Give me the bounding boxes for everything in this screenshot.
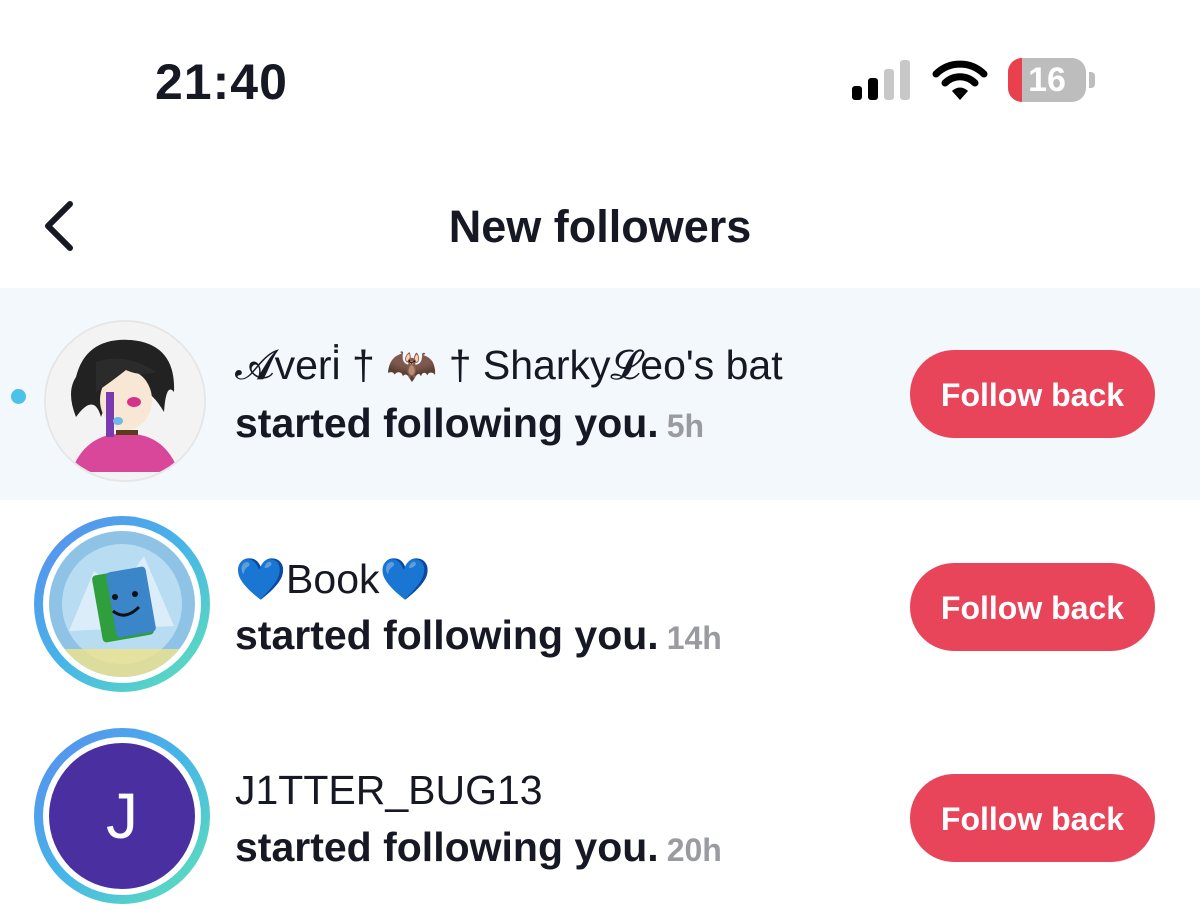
battery-tip [1089,72,1095,88]
wifi-icon [932,60,988,100]
timestamp: 5h [666,408,705,444]
avatar[interactable]: J [34,728,210,904]
activity-label: started following you. [235,400,659,446]
activity-label: started following you. [235,824,659,870]
follow-back-button[interactable]: Follow back [910,350,1155,438]
follower-name[interactable]: J1TTER_BUG13 [235,765,543,815]
activity-label: started following you. [235,612,659,658]
list-item[interactable]: 💙Book💙 started following you. 14h Follow … [0,500,1200,712]
list-item[interactable]: 𝓐veri̇ † 🦇 † Sharky𝓛eo's bat started fol… [0,288,1200,500]
timestamp: 20h [666,832,722,868]
signal-icon [852,60,914,100]
list-item[interactable]: J J1TTER_BUG13 started following you. 20h… [0,712,1200,924]
battery-level: 16 [1028,61,1066,99]
avatar-letter: J [49,743,195,889]
avatar[interactable] [34,516,210,692]
follow-back-button[interactable]: Follow back [910,563,1155,651]
follower-name[interactable]: 💙Book💙 [235,554,431,604]
book-character-avatar [49,531,195,677]
anime-character-avatar [46,322,204,480]
follower-name[interactable]: 𝓐veri̇ † 🦇 † Sharky𝓛eo's bat [235,340,783,390]
activity-text: started following you. 20h [235,822,722,875]
battery-icon: 16 [1008,58,1086,102]
activity-text: started following you. 14h [235,610,722,663]
page-title: New followers [448,201,752,252]
timestamp: 14h [666,620,722,656]
activity-text: started following you. 5h [235,398,704,451]
status-time: 21:40 [155,54,288,110]
unread-dot [11,389,26,404]
follow-back-button[interactable]: Follow back [910,774,1155,862]
avatar[interactable] [44,320,206,482]
